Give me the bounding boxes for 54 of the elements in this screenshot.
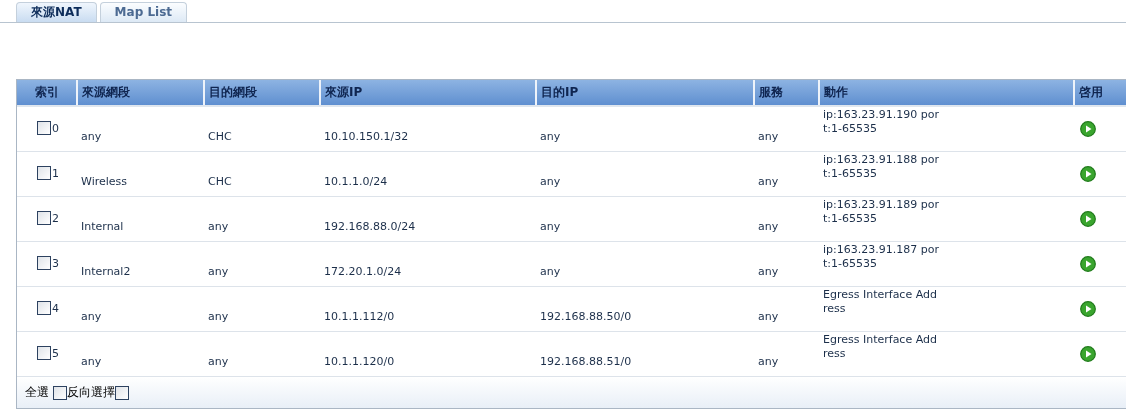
- column-header: 服務: [754, 80, 819, 106]
- table-cell: any: [208, 355, 229, 368]
- table-cell: any: [540, 175, 561, 188]
- table-cell: any: [81, 355, 102, 368]
- column-header: 來源IP: [320, 80, 536, 106]
- table-cell: 10.1.1.120/0: [324, 355, 395, 368]
- column-header: 啓用: [1074, 80, 1126, 106]
- column-header: 目的網段: [204, 80, 320, 106]
- table-cell-text: ip:163.23.91.187 por t:1-65535: [823, 243, 940, 271]
- table-cell: 10.10.150.1/32: [324, 130, 409, 143]
- invert-selection-label: 反向選擇: [67, 384, 115, 401]
- row-index: 3: [52, 257, 59, 270]
- table-cell: any: [81, 310, 102, 323]
- table-cell: any: [758, 310, 779, 323]
- table-cell-text: ip:163.23.91.189 por t:1-65535: [823, 198, 940, 226]
- table-cell: any: [208, 220, 229, 233]
- table-cell: any: [208, 310, 229, 323]
- table-cell: any: [758, 265, 779, 278]
- row-index: 1: [52, 167, 59, 180]
- table-cell: any: [758, 175, 779, 188]
- row-index: 2: [52, 212, 59, 225]
- table-cell: any: [758, 355, 779, 368]
- row-index: 4: [52, 302, 59, 315]
- table-cell: 192.168.88.51/0: [540, 355, 632, 368]
- table-cell: Internal2: [81, 265, 131, 278]
- row-index: 5: [52, 347, 59, 360]
- table-cell: CHC: [208, 130, 232, 143]
- table-cell: any: [540, 130, 561, 143]
- table-cell-text: ip:163.23.91.190 por t:1-65535: [823, 108, 940, 136]
- table-cell-text: Egress Interface Add ress: [823, 333, 938, 361]
- table-cell: 10.1.1.0/24: [324, 175, 388, 188]
- table-cell: 172.20.1.0/24: [324, 265, 402, 278]
- column-header: 來源網段: [77, 80, 204, 106]
- table-cell: any: [208, 265, 229, 278]
- row-index: 0: [52, 122, 59, 135]
- table-cell: 192.168.88.0/24: [324, 220, 416, 233]
- table-cell: any: [81, 130, 102, 143]
- column-header: 動作: [819, 80, 1074, 106]
- table-cell-text: Egress Interface Add ress: [823, 288, 938, 316]
- tab[interactable]: Map List: [99, 2, 188, 22]
- table-cell: 10.1.1.112/0: [324, 310, 395, 323]
- table-cell: CHC: [208, 175, 232, 188]
- select-all-label: 全選: [25, 384, 49, 401]
- table-cell: 192.168.88.50/0: [540, 310, 632, 323]
- table-cell: Wireless: [81, 175, 128, 188]
- table-cell: any: [540, 220, 561, 233]
- table-cell-text: ip:163.23.91.188 por t:1-65535: [823, 153, 940, 181]
- column-header: 索引: [17, 80, 77, 106]
- table-cell: any: [758, 130, 779, 143]
- table-cell: any: [758, 220, 779, 233]
- column-header: 目的IP: [536, 80, 754, 106]
- table-cell: Internal: [81, 220, 124, 233]
- table-cell: any: [540, 265, 561, 278]
- tab[interactable]: 來源NAT: [16, 2, 97, 22]
